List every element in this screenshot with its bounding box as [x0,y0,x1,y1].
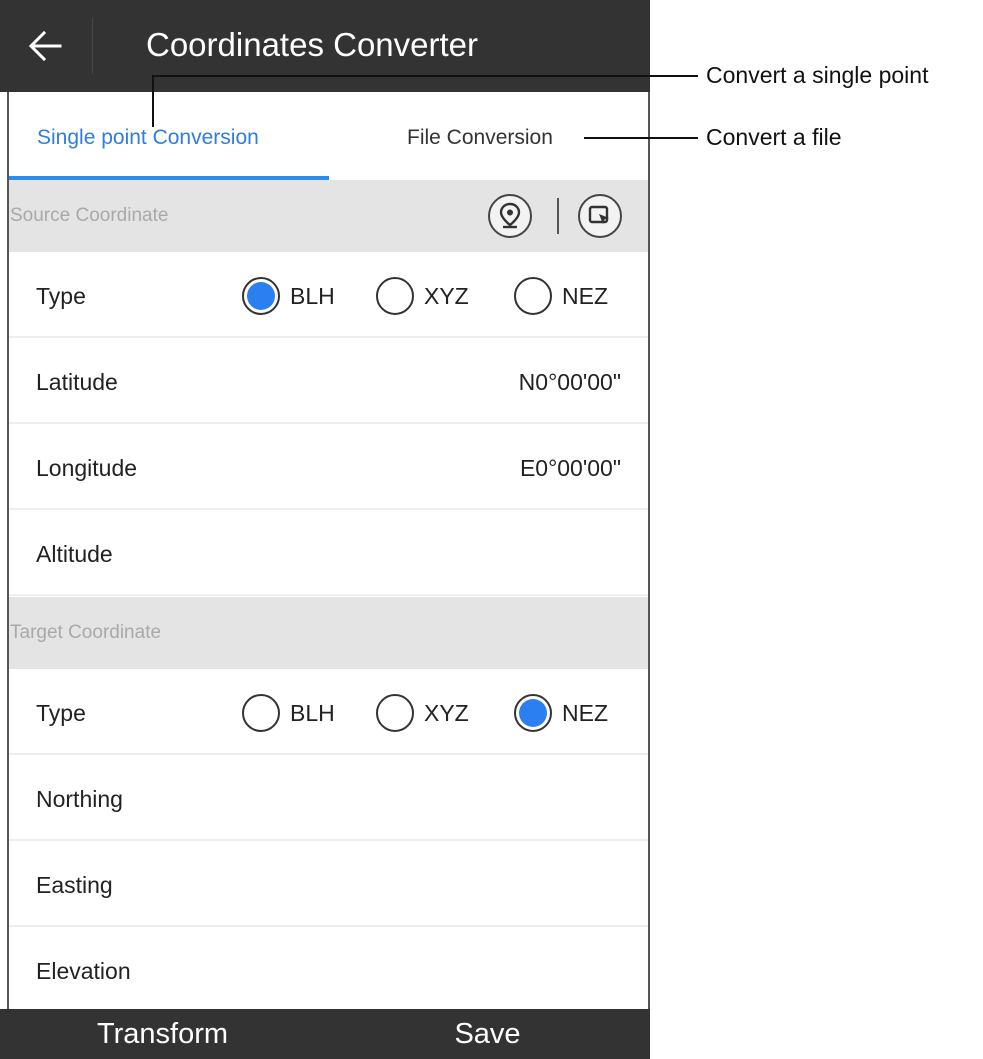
callout-file-line [584,137,698,139]
altitude-row[interactable]: Altitude [9,510,648,596]
source-type-label: Type [36,283,86,309]
latitude-value[interactable]: N0°00'00" [519,366,621,398]
target-type-label: Type [36,700,86,726]
latitude-row[interactable]: Latitude N0°00'00" [9,338,648,424]
source-coordinate-label: Source Coordinate [10,205,169,226]
location-pin-icon [499,202,521,229]
map-select-icon [588,205,609,224]
radio-circle [242,694,280,732]
page-title: Coordinates Converter [146,26,478,63]
icon-divider [557,198,559,234]
save-button[interactable]: Save [325,1009,650,1059]
source-type-xyz-radio[interactable]: XYZ [376,276,469,316]
altitude-label: Altitude [36,541,113,567]
callout-single-point-vertical-line [152,75,154,127]
content-frame: Single point Conversion File Conversion … [7,92,650,1059]
map-select-button[interactable] [578,194,622,238]
callout-single-point-horizontal-line [152,75,698,77]
radio-label: BLH [290,282,335,309]
easting-label: Easting [36,872,113,898]
northing-label: Northing [36,786,123,812]
radio-label: XYZ [424,282,469,309]
easting-row[interactable]: Easting [9,841,648,927]
callout-file-text: Convert a file [706,124,842,150]
radio-circle [376,694,414,732]
tab-bar: Single point Conversion File Conversion [9,92,648,180]
radio-label: NEZ [562,699,608,726]
transform-button[interactable]: Transform [0,1009,325,1059]
back-button[interactable] [0,0,92,92]
radio-circle [376,277,414,315]
latitude-label: Latitude [36,369,118,395]
tab-single-point-conversion[interactable]: Single point Conversion [37,120,259,156]
longitude-value[interactable]: E0°00'00" [520,452,621,484]
title-bar: Coordinates Converter [0,0,650,92]
source-type-nez-radio[interactable]: NEZ [514,276,608,316]
radio-label: NEZ [562,282,608,309]
source-coordinate-header: Source Coordinate [9,180,648,252]
target-type-row: Type BLH XYZ NEZ [9,669,648,755]
elevation-label: Elevation [36,958,131,984]
target-type-blh-radio[interactable]: BLH [242,693,335,733]
target-type-nez-radio[interactable]: NEZ [514,693,608,733]
radio-dot [247,282,275,310]
location-pin-button[interactable] [488,194,532,238]
longitude-row[interactable]: Longitude E0°00'00" [9,424,648,510]
bottom-action-bar: Transform Save [0,1009,650,1059]
radio-label: BLH [290,699,335,726]
northing-row[interactable]: Northing [9,755,648,841]
target-type-xyz-radio[interactable]: XYZ [376,693,469,733]
radio-circle [514,694,552,732]
title-divider [92,18,93,74]
target-coordinate-header: Target Coordinate [9,597,648,669]
target-coordinate-label: Target Coordinate [10,622,162,643]
source-type-blh-radio[interactable]: BLH [242,276,335,316]
radio-circle [242,277,280,315]
elevation-row[interactable]: Elevation [9,927,648,1013]
radio-label: XYZ [424,699,469,726]
phone-screen: Coordinates Converter Single point Conve… [0,0,650,1059]
callout-single-point-text: Convert a single point [706,62,929,88]
radio-circle [514,277,552,315]
radio-dot [519,699,547,727]
tab-file-conversion[interactable]: File Conversion [407,120,553,156]
arrow-left-icon [28,30,62,62]
longitude-label: Longitude [36,455,138,481]
source-type-row: Type BLH XYZ NEZ [9,252,648,338]
